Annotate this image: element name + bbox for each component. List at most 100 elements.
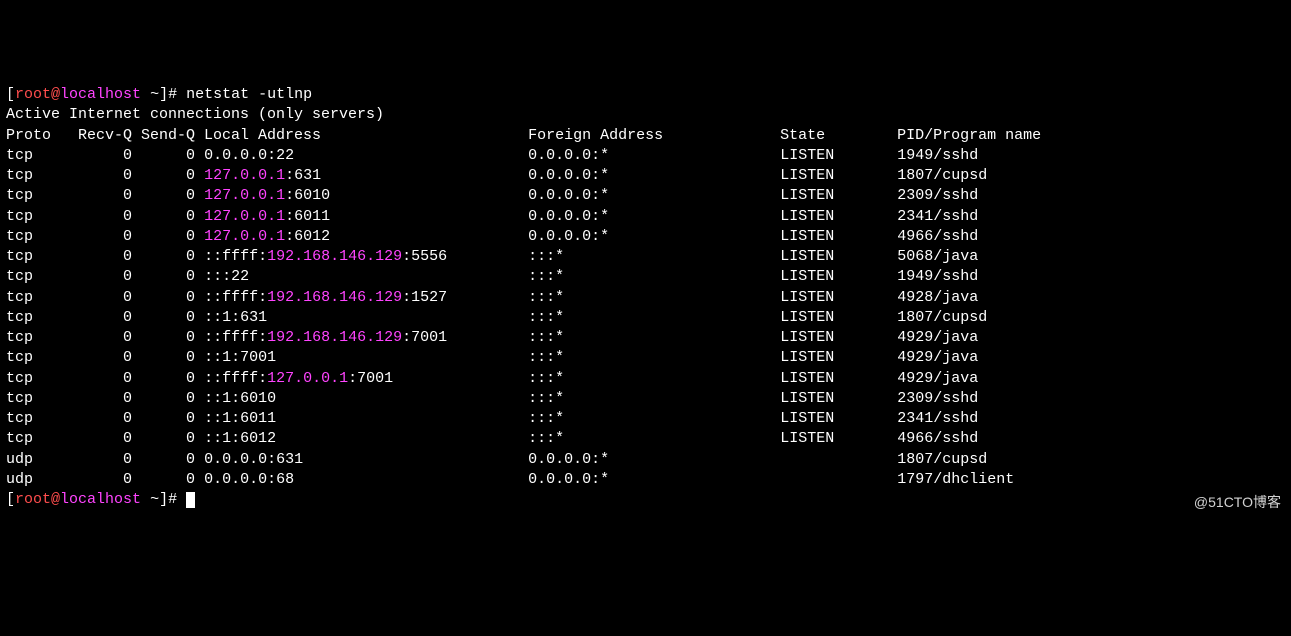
prompt-bracket-open: [ xyxy=(6,86,15,103)
col-proto: tcp xyxy=(6,228,78,245)
col-state: LISTEN xyxy=(780,208,897,225)
table-row: tcp 0 0 ::1:6011 :::* LISTEN 2341/sshd xyxy=(6,409,1285,429)
col-state: LISTEN xyxy=(780,329,897,346)
column-headers: Proto Recv-Q Send-Q Local Address Foreig… xyxy=(6,126,1285,146)
table-row: tcp 0 0 ::ffff:192.168.146.129:1527 :::*… xyxy=(6,288,1285,308)
col-local: ::1:6010 xyxy=(204,390,528,407)
col-state: LISTEN xyxy=(780,370,897,387)
col-sendq: 0 xyxy=(141,228,195,245)
col-sendq: 0 xyxy=(141,167,195,184)
col-proto: tcp xyxy=(6,147,78,164)
prompt-user: root xyxy=(15,491,51,508)
col-program: 4966/sshd xyxy=(897,430,978,447)
col-foreign: :::* xyxy=(528,309,780,326)
table-row: tcp 0 0 ::1:6010 :::* LISTEN 2309/sshd xyxy=(6,389,1285,409)
prompt-line[interactable]: [root@localhost ~]# xyxy=(6,490,1285,510)
col-foreign: :::* xyxy=(528,349,780,366)
col-sendq: 0 xyxy=(141,248,195,265)
col-program: 1797/dhclient xyxy=(897,471,1014,488)
col-sendq: 0 xyxy=(141,208,195,225)
cursor xyxy=(186,492,195,508)
col-state: LISTEN xyxy=(780,349,897,366)
col-local: :::22 xyxy=(204,268,528,285)
col-state: LISTEN xyxy=(780,228,897,245)
col-local: ::1:6012 xyxy=(204,430,528,447)
col-program: 1949/sshd xyxy=(897,147,978,164)
col-recvq: 0 xyxy=(78,248,132,265)
col-sendq: 0 xyxy=(141,268,195,285)
col-proto: tcp xyxy=(6,248,78,265)
col-program: 4929/java xyxy=(897,329,978,346)
col-recvq: 0 xyxy=(78,349,132,366)
col-recvq: 0 xyxy=(78,390,132,407)
command-text: netstat -utlnp xyxy=(186,86,312,103)
col-program: 1807/cupsd xyxy=(897,309,987,326)
col-program: 1807/cupsd xyxy=(897,451,987,468)
col-proto: tcp xyxy=(6,410,78,427)
col-sendq: 0 xyxy=(141,329,195,346)
col-foreign: :::* xyxy=(528,370,780,387)
col-program: 2341/sshd xyxy=(897,410,978,427)
table-row: tcp 0 0 127.0.0.1:6010 0.0.0.0:* LISTEN … xyxy=(6,186,1285,206)
col-foreign: 0.0.0.0:* xyxy=(528,208,780,225)
col-foreign: 0.0.0.0:* xyxy=(528,451,780,468)
col-proto: tcp xyxy=(6,208,78,225)
col-program: 4929/java xyxy=(897,370,978,387)
col-proto: tcp xyxy=(6,329,78,346)
prompt-at: @ xyxy=(51,491,60,508)
col-state: LISTEN xyxy=(780,390,897,407)
col-foreign: 0.0.0.0:* xyxy=(528,228,780,245)
col-state: LISTEN xyxy=(780,430,897,447)
table-row: tcp 0 0 :::22 :::* LISTEN 1949/sshd xyxy=(6,267,1285,287)
col-local: 0.0.0.0:68 xyxy=(204,471,528,488)
col-program: 4929/java xyxy=(897,349,978,366)
col-foreign: 0.0.0.0:* xyxy=(528,471,780,488)
col-proto: tcp xyxy=(6,167,78,184)
col-local: ::ffff:192.168.146.129:7001 xyxy=(204,329,528,346)
col-state: LISTEN xyxy=(780,248,897,265)
col-sendq: 0 xyxy=(141,349,195,366)
col-sendq: 0 xyxy=(141,410,195,427)
col-recvq: 0 xyxy=(78,228,132,245)
col-foreign: :::* xyxy=(528,430,780,447)
table-row: tcp 0 0 ::ffff:127.0.0.1:7001 :::* LISTE… xyxy=(6,369,1285,389)
table-row: tcp 0 0 127.0.0.1:631 0.0.0.0:* LISTEN 1… xyxy=(6,166,1285,186)
prompt-cwd: ~ xyxy=(141,491,159,508)
col-state: LISTEN xyxy=(780,167,897,184)
col-state: LISTEN xyxy=(780,268,897,285)
col-state: LISTEN xyxy=(780,187,897,204)
col-sendq: 0 xyxy=(141,147,195,164)
col-local: 127.0.0.1:631 xyxy=(204,167,528,184)
table-row: tcp 0 0 ::1:7001 :::* LISTEN 4929/java xyxy=(6,348,1285,368)
prompt-hash: # xyxy=(168,491,186,508)
col-recvq: 0 xyxy=(78,167,132,184)
col-foreign: 0.0.0.0:* xyxy=(528,147,780,164)
col-recvq: 0 xyxy=(78,309,132,326)
col-state xyxy=(780,471,897,488)
prompt-host: localhost xyxy=(60,491,141,508)
col-recvq: 0 xyxy=(78,147,132,164)
col-recvq: 0 xyxy=(78,451,132,468)
col-sendq: 0 xyxy=(141,451,195,468)
watermark: @51CTO博客 xyxy=(1194,493,1281,512)
table-row: tcp 0 0 ::1:631 :::* LISTEN 1807/cupsd xyxy=(6,308,1285,328)
col-program: 1807/cupsd xyxy=(897,167,987,184)
prompt-bracket-open: [ xyxy=(6,491,15,508)
prompt-host: localhost xyxy=(60,86,141,103)
table-row: tcp 0 0 ::ffff:192.168.146.129:5556 :::*… xyxy=(6,247,1285,267)
col-foreign: :::* xyxy=(528,390,780,407)
prompt-bracket-close: ] xyxy=(159,86,168,103)
col-sendq: 0 xyxy=(141,289,195,306)
col-local: 0.0.0.0:631 xyxy=(204,451,528,468)
col-proto: tcp xyxy=(6,430,78,447)
col-recvq: 0 xyxy=(78,268,132,285)
col-recvq: 0 xyxy=(78,187,132,204)
terminal-output[interactable]: [root@localhost ~]# netstat -utlnpActive… xyxy=(6,85,1285,510)
col-foreign: 0.0.0.0:* xyxy=(528,167,780,184)
col-program: 2341/sshd xyxy=(897,208,978,225)
col-local: ::1:631 xyxy=(204,309,528,326)
col-foreign: :::* xyxy=(528,289,780,306)
col-local: 127.0.0.1:6010 xyxy=(204,187,528,204)
col-program: 2309/sshd xyxy=(897,187,978,204)
col-local: 127.0.0.1:6012 xyxy=(204,228,528,245)
